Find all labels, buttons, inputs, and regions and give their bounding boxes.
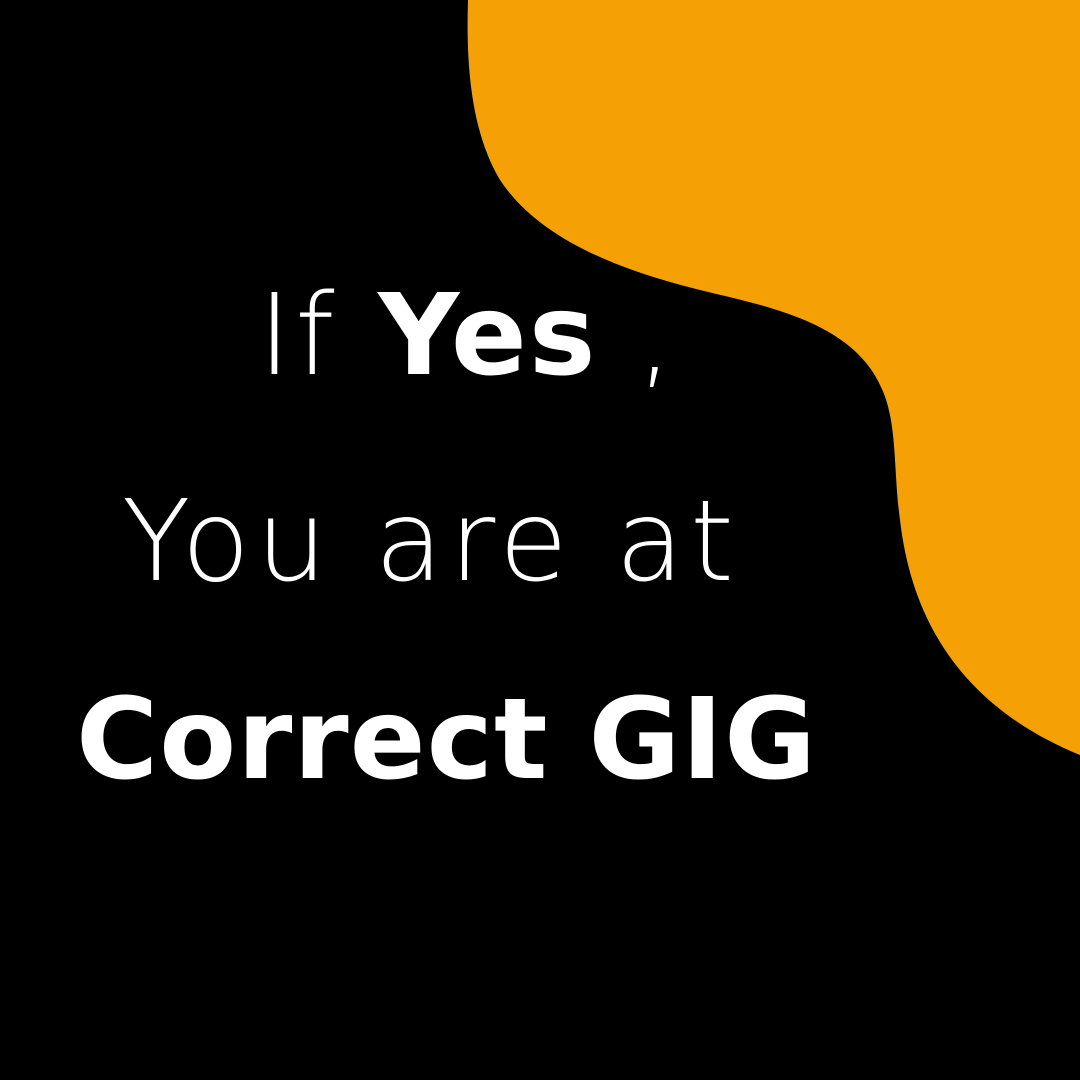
headline-line-2: You are at — [122, 477, 740, 607]
headline-comma-text: , — [597, 271, 677, 401]
headline-yes-text: Yes — [378, 271, 598, 401]
promo-canvas: If Yes , You are at Correct GIG — [0, 0, 1080, 1080]
headline-line-3: Correct GIG — [76, 675, 818, 805]
headline-line-1: If Yes , — [258, 280, 677, 392]
headline-if-text: If — [258, 271, 379, 401]
